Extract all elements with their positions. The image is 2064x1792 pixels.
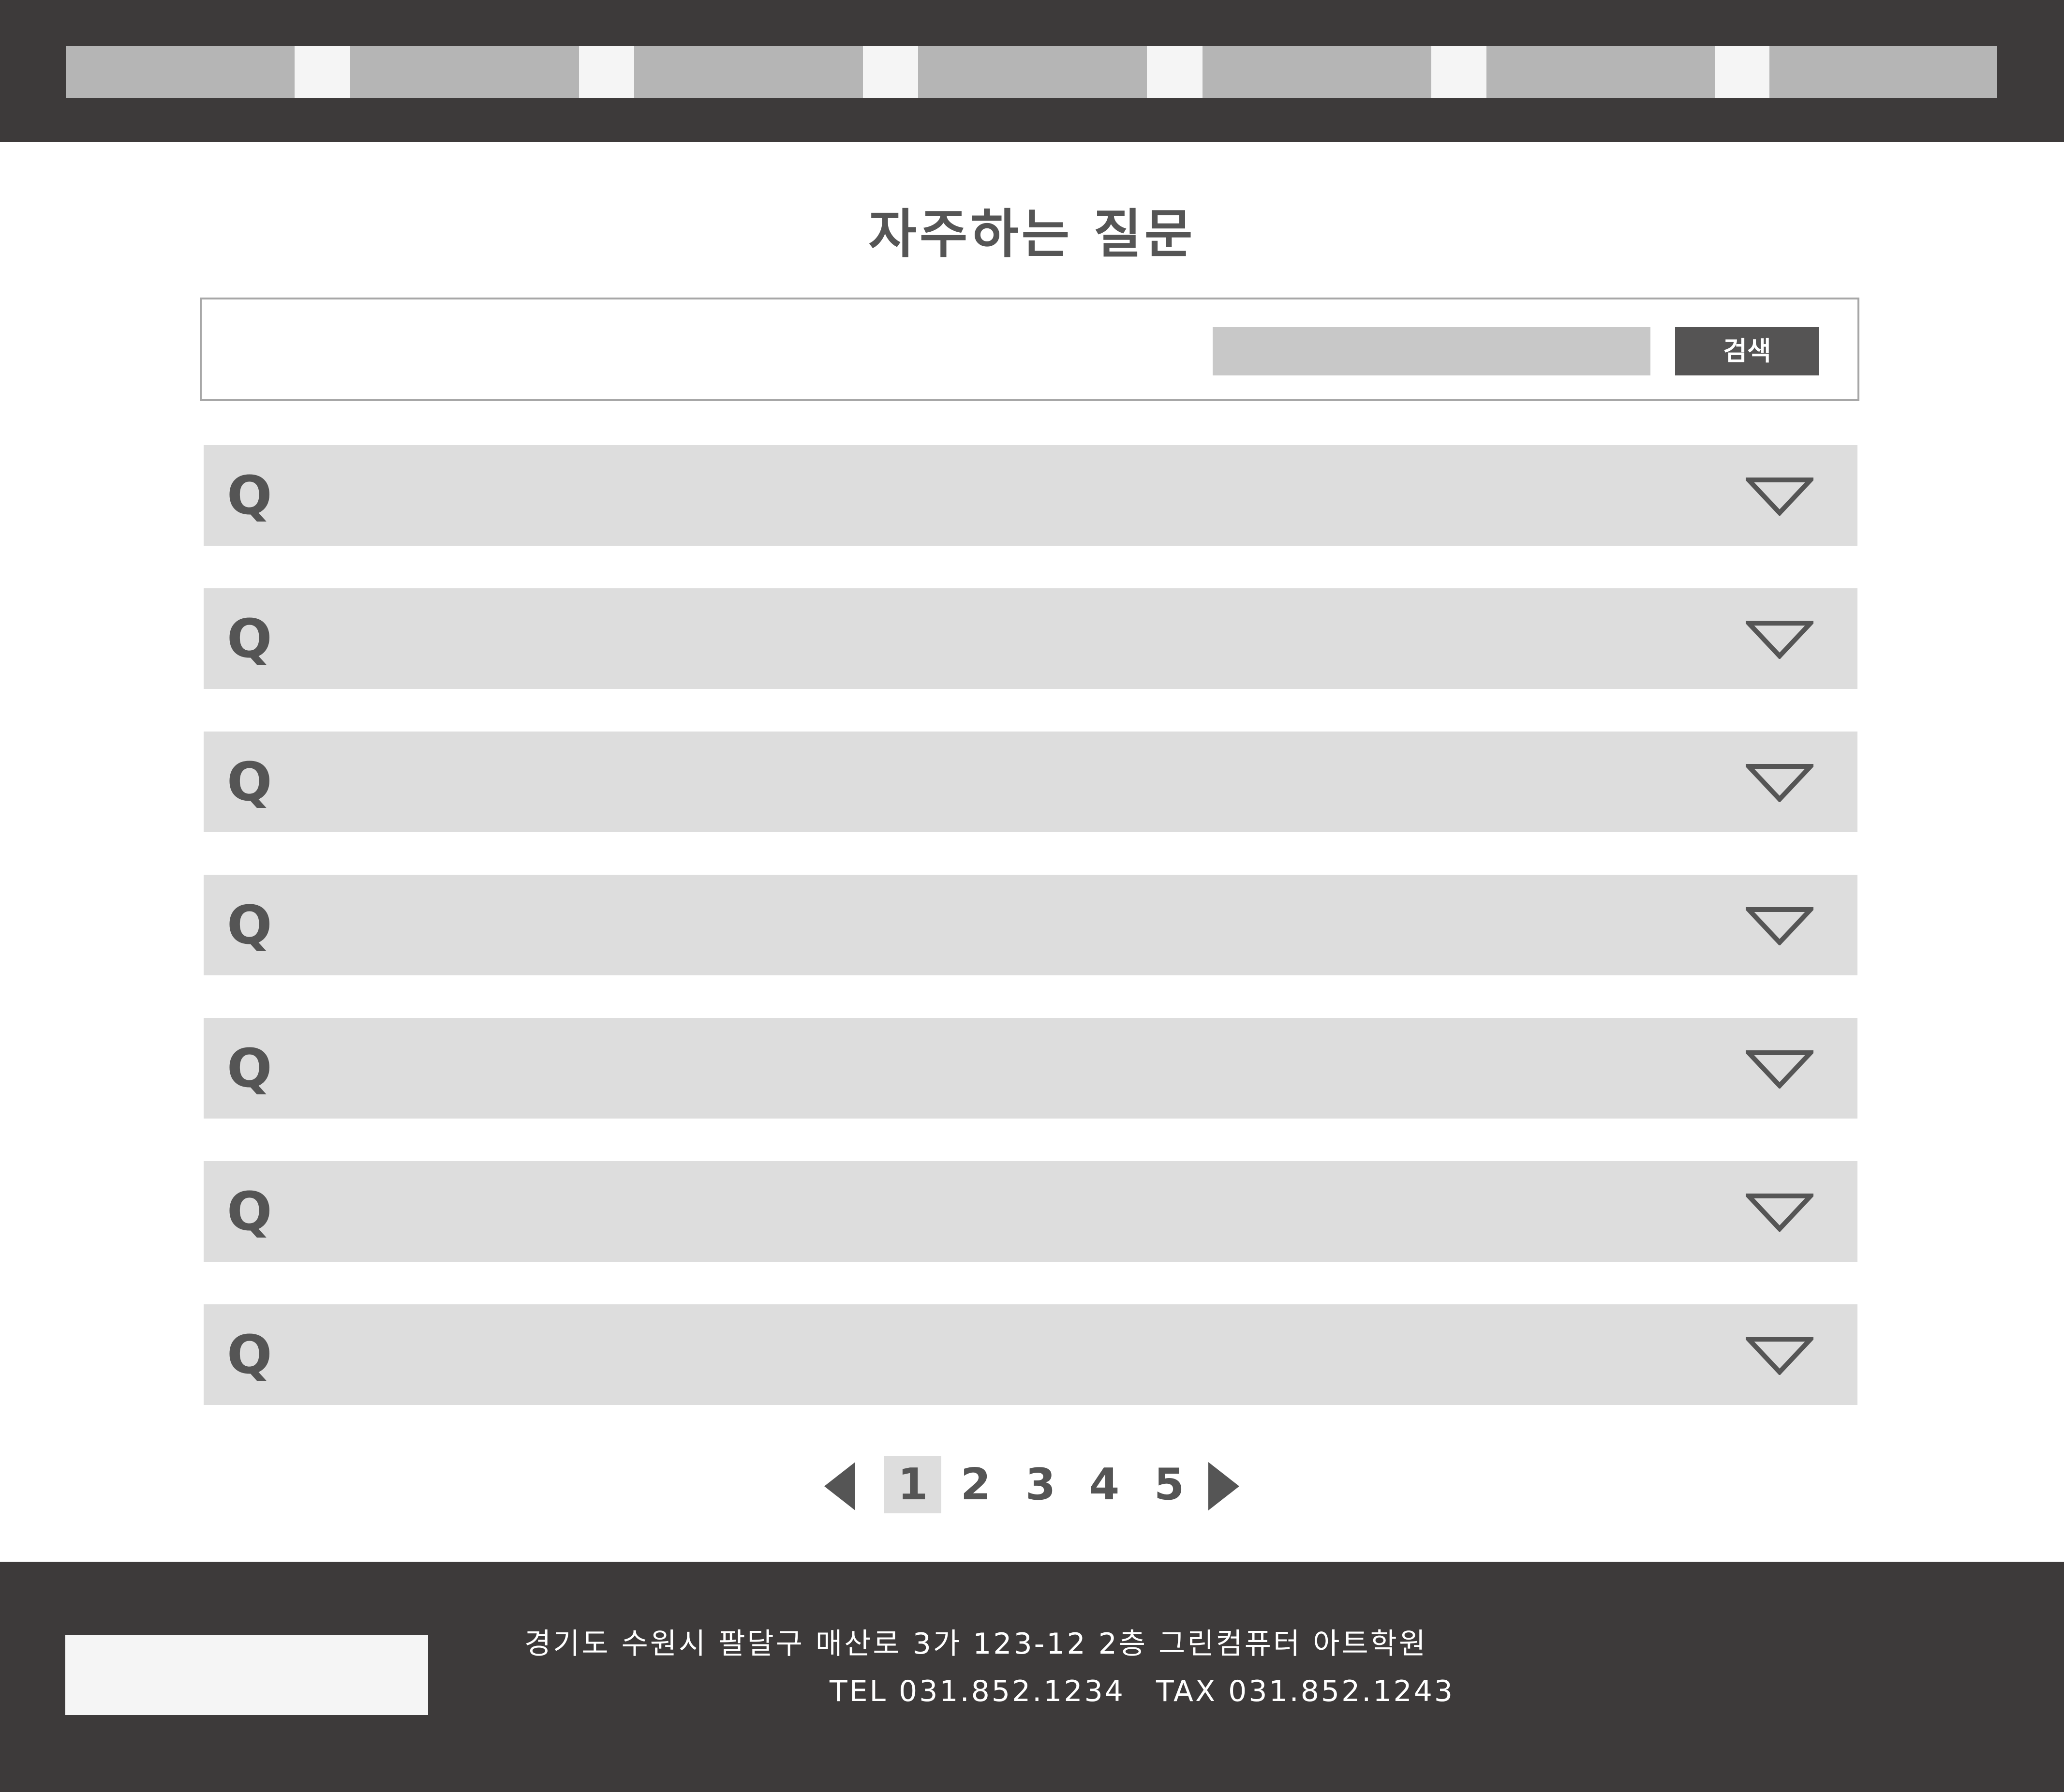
- page: 자주하는 질문 검색 Q Q Q Q Q Q Q 1 2 3 4 5 경기도 수…: [0, 0, 2064, 1792]
- nav-item-2[interactable]: [350, 46, 579, 98]
- page-number-1[interactable]: 1: [884, 1456, 941, 1513]
- faq-q-label: Q: [227, 1180, 272, 1242]
- faq-q-label: Q: [227, 1324, 272, 1386]
- search-button[interactable]: 검색: [1675, 327, 1819, 375]
- faq-item[interactable]: Q: [204, 588, 1857, 689]
- chevron-down-icon[interactable]: [1746, 763, 1813, 802]
- faq-item[interactable]: Q: [204, 1304, 1857, 1405]
- footer-address: 경기도 수원시 팔달구 매산로 3가 123-12 2층 그린컴퓨터 아트학원: [524, 1627, 1428, 1661]
- faq-item[interactable]: Q: [204, 445, 1857, 546]
- search-panel: 검색: [200, 298, 1859, 401]
- faq-q-label: Q: [227, 751, 272, 813]
- next-page-icon[interactable]: [1207, 1462, 1239, 1510]
- chevron-down-icon[interactable]: [1746, 907, 1813, 945]
- faq-q-label: Q: [227, 464, 272, 526]
- prev-page-icon[interactable]: [824, 1462, 856, 1510]
- footer: 경기도 수원시 팔달구 매산로 3가 123-12 2층 그린컴퓨터 아트학원 …: [0, 1562, 2064, 1792]
- page-number-5[interactable]: 5: [1141, 1456, 1198, 1513]
- chevron-down-icon[interactable]: [1746, 1050, 1813, 1089]
- chevron-down-icon[interactable]: [1746, 1193, 1813, 1232]
- faq-item[interactable]: Q: [204, 875, 1857, 975]
- nav-item-5[interactable]: [1203, 46, 1431, 98]
- faq-q-label: Q: [227, 1037, 272, 1099]
- nav-item-4[interactable]: [918, 46, 1147, 98]
- chevron-down-icon[interactable]: [1746, 477, 1813, 516]
- page-number-4[interactable]: 4: [1076, 1456, 1133, 1513]
- nav-item-6[interactable]: [1486, 46, 1715, 98]
- faq-item[interactable]: Q: [204, 732, 1857, 832]
- faq-item[interactable]: Q: [204, 1161, 1857, 1262]
- page-title: 자주하는 질문: [868, 204, 1196, 265]
- nav-item-7[interactable]: [1769, 46, 1997, 98]
- main-nav: [66, 46, 1997, 98]
- pagination: 1 2 3 4 5: [0, 1456, 2064, 1514]
- search-input[interactable]: [1213, 327, 1650, 375]
- faq-q-label: Q: [227, 894, 272, 956]
- nav-item-3[interactable]: [634, 46, 863, 98]
- faq-list: Q Q Q Q Q Q Q: [204, 445, 1857, 1405]
- chevron-down-icon[interactable]: [1746, 1336, 1813, 1375]
- faq-item[interactable]: Q: [204, 1018, 1857, 1119]
- page-number-2[interactable]: 2: [947, 1456, 1004, 1513]
- chevron-down-icon[interactable]: [1746, 620, 1813, 659]
- footer-contact: TEL 031.852.1234 TAX 031.852.1243: [830, 1674, 1455, 1708]
- footer-logo: [65, 1635, 428, 1715]
- nav-item-1[interactable]: [66, 46, 295, 98]
- top-header: [0, 0, 2064, 142]
- page-number-3[interactable]: 3: [1012, 1456, 1069, 1513]
- faq-q-label: Q: [227, 608, 272, 670]
